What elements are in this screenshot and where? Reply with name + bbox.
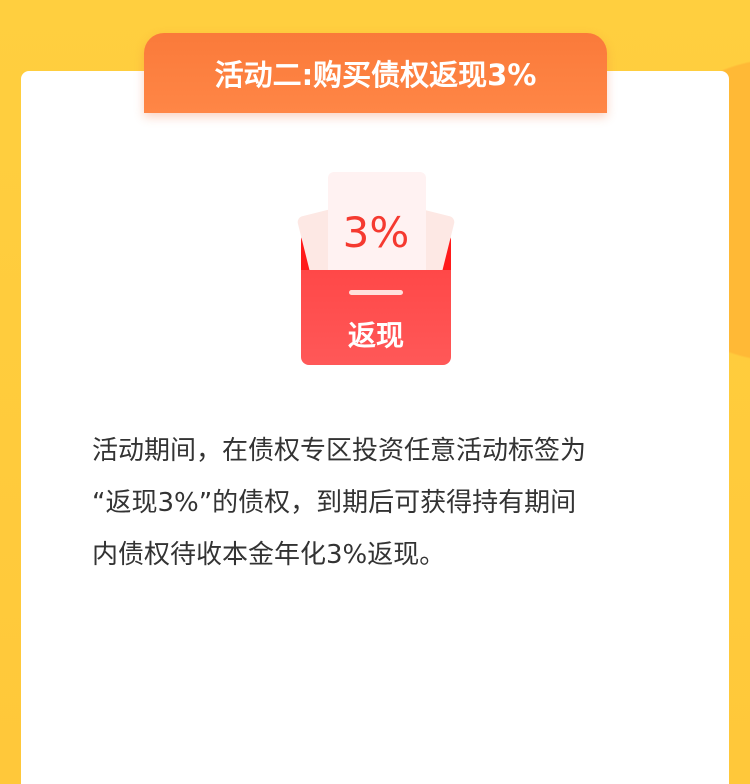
- description-line: 活动期间，在债权专区投资任意活动标签为: [92, 436, 587, 466]
- cashback-percent: 3%: [342, 208, 410, 257]
- activity-title: 活动二:购买债权返现3%: [214, 58, 537, 92]
- description-line: 内债权待收本金年化3%返现。: [92, 540, 446, 570]
- description-line: “返现3%”的债权，到期后可获得持有期间: [92, 488, 577, 518]
- envelope-divider: [349, 290, 403, 295]
- activity-title-tab: 活动二:购买债权返现3%: [144, 33, 607, 113]
- envelope-front: 返现: [301, 270, 451, 365]
- activity-description: 活动期间，在债权专区投资任意活动标签为 “返现3%”的债权，到期后可获得持有期间…: [92, 425, 672, 581]
- red-envelope-icon: 3% 返现: [296, 172, 456, 365]
- cashback-label: 返现: [347, 319, 404, 352]
